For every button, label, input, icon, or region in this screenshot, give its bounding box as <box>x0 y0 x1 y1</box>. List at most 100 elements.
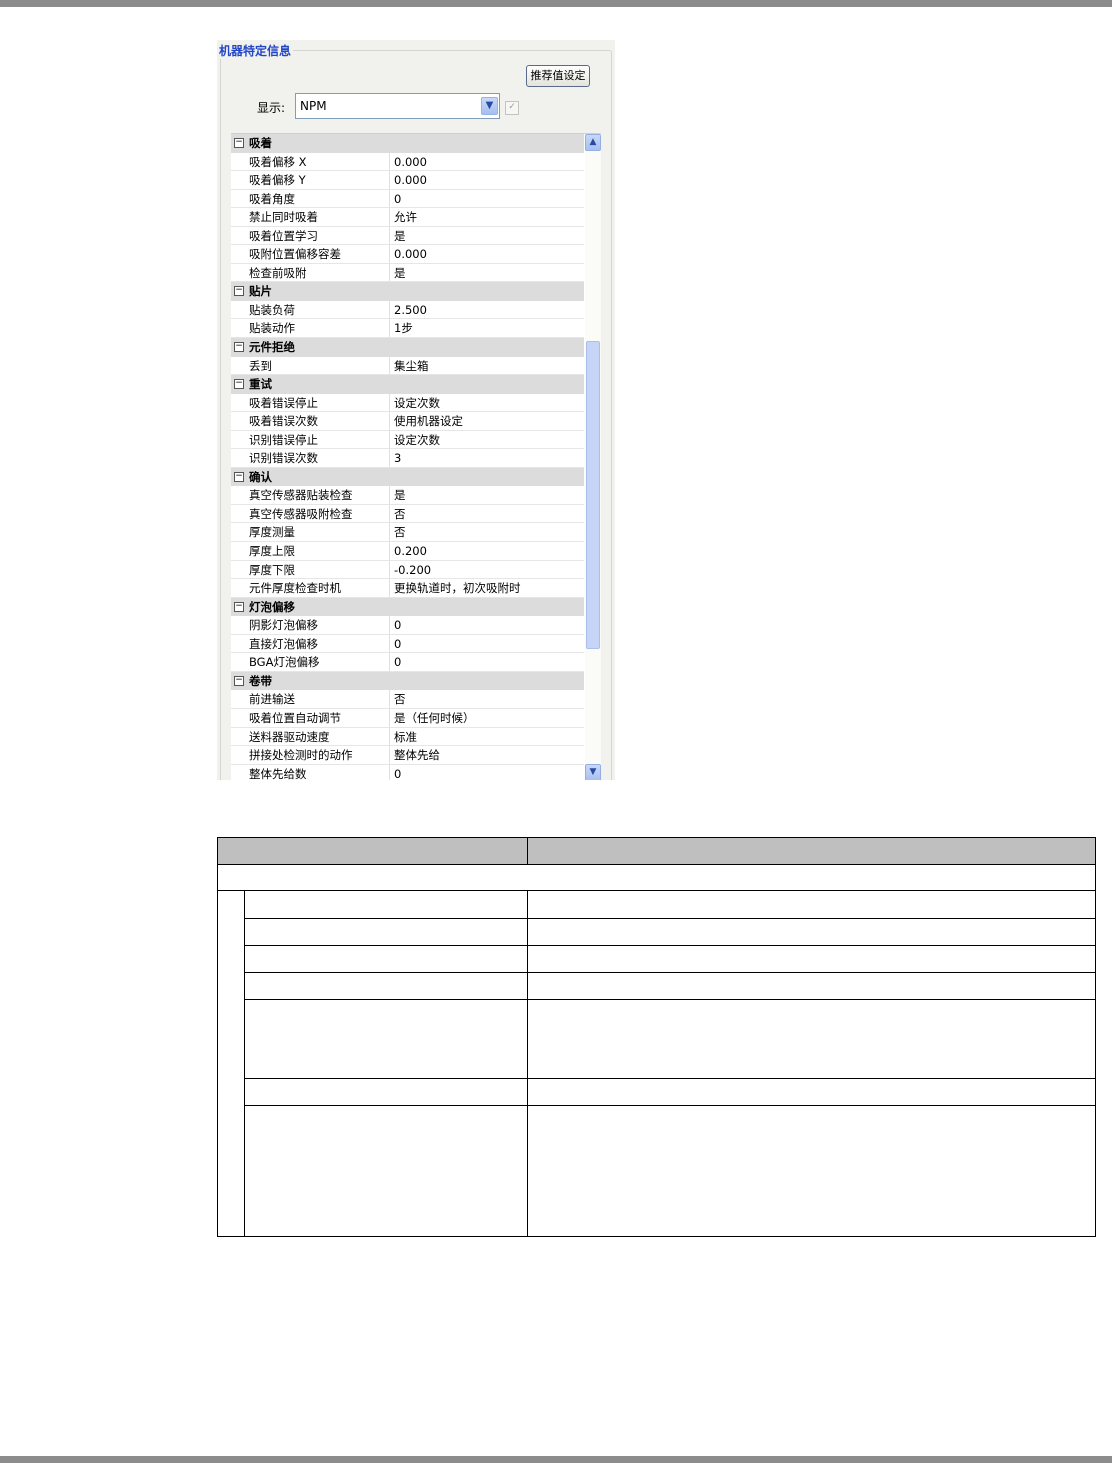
top-rule <box>0 0 1112 7</box>
property-value[interactable]: 是 <box>394 486 406 504</box>
display-checkbox[interactable]: ✓ <box>505 101 519 115</box>
table-row-line <box>244 918 1096 919</box>
property-value[interactable]: 集尘箱 <box>394 357 429 375</box>
scroll-down-icon[interactable]: ▼ <box>585 764 601 780</box>
property-value[interactable]: 设定次数 <box>394 394 440 412</box>
table-header-divider <box>527 837 528 865</box>
property-value[interactable]: 是 <box>394 227 406 245</box>
column-divider <box>389 226 390 245</box>
property-value[interactable]: 0.200 <box>394 542 427 560</box>
property-row[interactable]: 拼接处检测时的动作 整体先给 <box>231 746 584 765</box>
property-row[interactable]: 贴装负荷 2.500 <box>231 300 584 320</box>
display-select[interactable]: NPM ▼ <box>295 93 500 119</box>
property-row[interactable]: 阴影灯泡偏移 0 <box>231 616 584 635</box>
property-row[interactable]: 吸附位置偏移容差 0.000 <box>231 245 584 264</box>
recommend-value-button[interactable]: 推荐值设定 <box>526 65 590 87</box>
property-row[interactable]: 吸着错误次数 使用机器设定 <box>231 412 584 431</box>
category-row[interactable]: − 贴片 <box>231 282 584 301</box>
column-divider <box>389 171 390 189</box>
property-grid-rows: − 吸着 吸着偏移 X 0.000 吸着偏移 Y 0.000 吸着角度 0 禁止同时吸着 允许 吸着… <box>231 134 584 780</box>
property-value[interactable]: 0.000 <box>394 153 427 171</box>
collapse-icon[interactable]: − <box>234 138 244 148</box>
property-name: 整体先给数 <box>249 766 307 780</box>
property-value[interactable]: 更换轨道时，初次吸附时 <box>394 579 521 597</box>
property-value[interactable]: 是（任何时候） <box>394 709 475 727</box>
category-label: 吸着 <box>249 136 272 150</box>
table-row-line <box>244 1105 1096 1106</box>
property-value[interactable]: 否 <box>394 690 406 708</box>
property-value[interactable]: 0 <box>394 765 401 780</box>
table-row-line <box>244 999 1096 1000</box>
category-row[interactable]: − 重试 <box>231 375 584 394</box>
property-value[interactable]: 2.500 <box>394 301 427 319</box>
property-value[interactable]: 允许 <box>394 208 417 226</box>
property-name: 检查前吸附 <box>249 265 307 280</box>
collapse-icon[interactable]: − <box>234 675 244 686</box>
category-row[interactable]: − 吸着 <box>231 134 584 153</box>
column-divider <box>389 708 390 727</box>
chevron-down-icon[interactable]: ▼ <box>481 97 498 115</box>
property-row[interactable]: 吸着位置自动调节 是（任何时候） <box>231 708 584 728</box>
property-row[interactable]: 禁止同时吸着 允许 <box>231 208 584 227</box>
property-value[interactable]: 0.000 <box>394 171 427 189</box>
category-row[interactable]: − 灯泡偏移 <box>231 597 584 617</box>
group-title: 机器特定信息 <box>217 42 294 59</box>
property-value[interactable]: 0 <box>394 653 401 671</box>
property-row[interactable]: 贴装动作 1步 <box>231 319 584 339</box>
property-row[interactable]: 吸着位置学习 是 <box>231 226 584 246</box>
property-row[interactable]: 前进输送 否 <box>231 690 584 709</box>
property-value[interactable]: 1步 <box>394 319 413 337</box>
scroll-thumb[interactable] <box>586 341 600 649</box>
property-row[interactable]: 丢到 集尘箱 <box>231 356 584 376</box>
collapse-icon[interactable]: − <box>234 601 244 612</box>
property-row[interactable]: 吸着角度 0 <box>231 189 584 209</box>
property-value[interactable]: 否 <box>394 505 406 523</box>
property-name: 送料器驱动速度 <box>249 729 330 744</box>
property-value[interactable]: 0.000 <box>394 245 427 263</box>
property-value[interactable]: 3 <box>394 449 401 467</box>
collapse-icon[interactable]: − <box>234 471 244 482</box>
collapse-icon[interactable]: − <box>234 379 244 390</box>
column-divider <box>389 208 390 226</box>
table-row-line <box>244 972 1096 973</box>
property-row[interactable]: 识别错误停止 设定次数 <box>231 430 584 450</box>
property-row[interactable]: 检查前吸附 是 <box>231 263 584 283</box>
property-value[interactable]: 整体先给 <box>394 746 440 764</box>
category-row[interactable]: − 确认 <box>231 467 584 487</box>
property-value[interactable]: -0.200 <box>394 561 431 579</box>
category-label: 元件拒绝 <box>249 340 295 355</box>
property-value[interactable]: 0 <box>394 616 401 634</box>
property-row[interactable]: 识别错误次数 3 <box>231 449 584 468</box>
column-divider <box>389 727 390 746</box>
scrollbar[interactable]: ▲ ▼ <box>585 134 601 780</box>
property-row[interactable]: 厚度下限 -0.200 <box>231 560 584 580</box>
property-row[interactable]: 送料器驱动速度 标准 <box>231 727 584 747</box>
property-row[interactable]: 厚度上限 0.200 <box>231 542 584 561</box>
property-row[interactable]: 吸着偏移 X 0.000 <box>231 152 584 172</box>
column-divider <box>389 245 390 263</box>
property-value[interactable]: 否 <box>394 523 406 541</box>
property-value[interactable]: 使用机器设定 <box>394 412 463 430</box>
property-value[interactable]: 设定次数 <box>394 431 440 449</box>
property-value[interactable]: 是 <box>394 264 406 282</box>
collapse-icon[interactable]: − <box>234 286 244 297</box>
column-divider <box>389 189 390 208</box>
property-row[interactable]: 元件厚度检查时机 更换轨道时，初次吸附时 <box>231 579 584 598</box>
property-row[interactable]: 吸着偏移 Y 0.000 <box>231 171 584 190</box>
property-row[interactable]: 真空传感器贴装检查 是 <box>231 486 584 505</box>
property-row[interactable]: 直接灯泡偏移 0 <box>231 634 584 654</box>
property-row[interactable]: 厚度测量 否 <box>231 523 584 543</box>
scroll-up-icon[interactable]: ▲ <box>585 134 601 151</box>
property-value[interactable]: 0 <box>394 190 401 208</box>
column-divider <box>389 356 390 375</box>
property-row[interactable]: 真空传感器吸附检查 否 <box>231 504 584 524</box>
category-row[interactable]: − 卷带 <box>231 671 584 691</box>
collapse-icon[interactable]: − <box>234 342 244 353</box>
property-value[interactable]: 0 <box>394 635 401 653</box>
category-row[interactable]: − 元件拒绝 <box>231 338 584 357</box>
property-row[interactable]: 吸着错误停止 设定次数 <box>231 393 584 413</box>
property-value[interactable]: 标准 <box>394 728 417 746</box>
property-row[interactable]: 整体先给数 0 <box>231 764 584 780</box>
property-row[interactable]: BGA灯泡偏移 0 <box>231 653 584 672</box>
column-divider <box>389 430 390 449</box>
